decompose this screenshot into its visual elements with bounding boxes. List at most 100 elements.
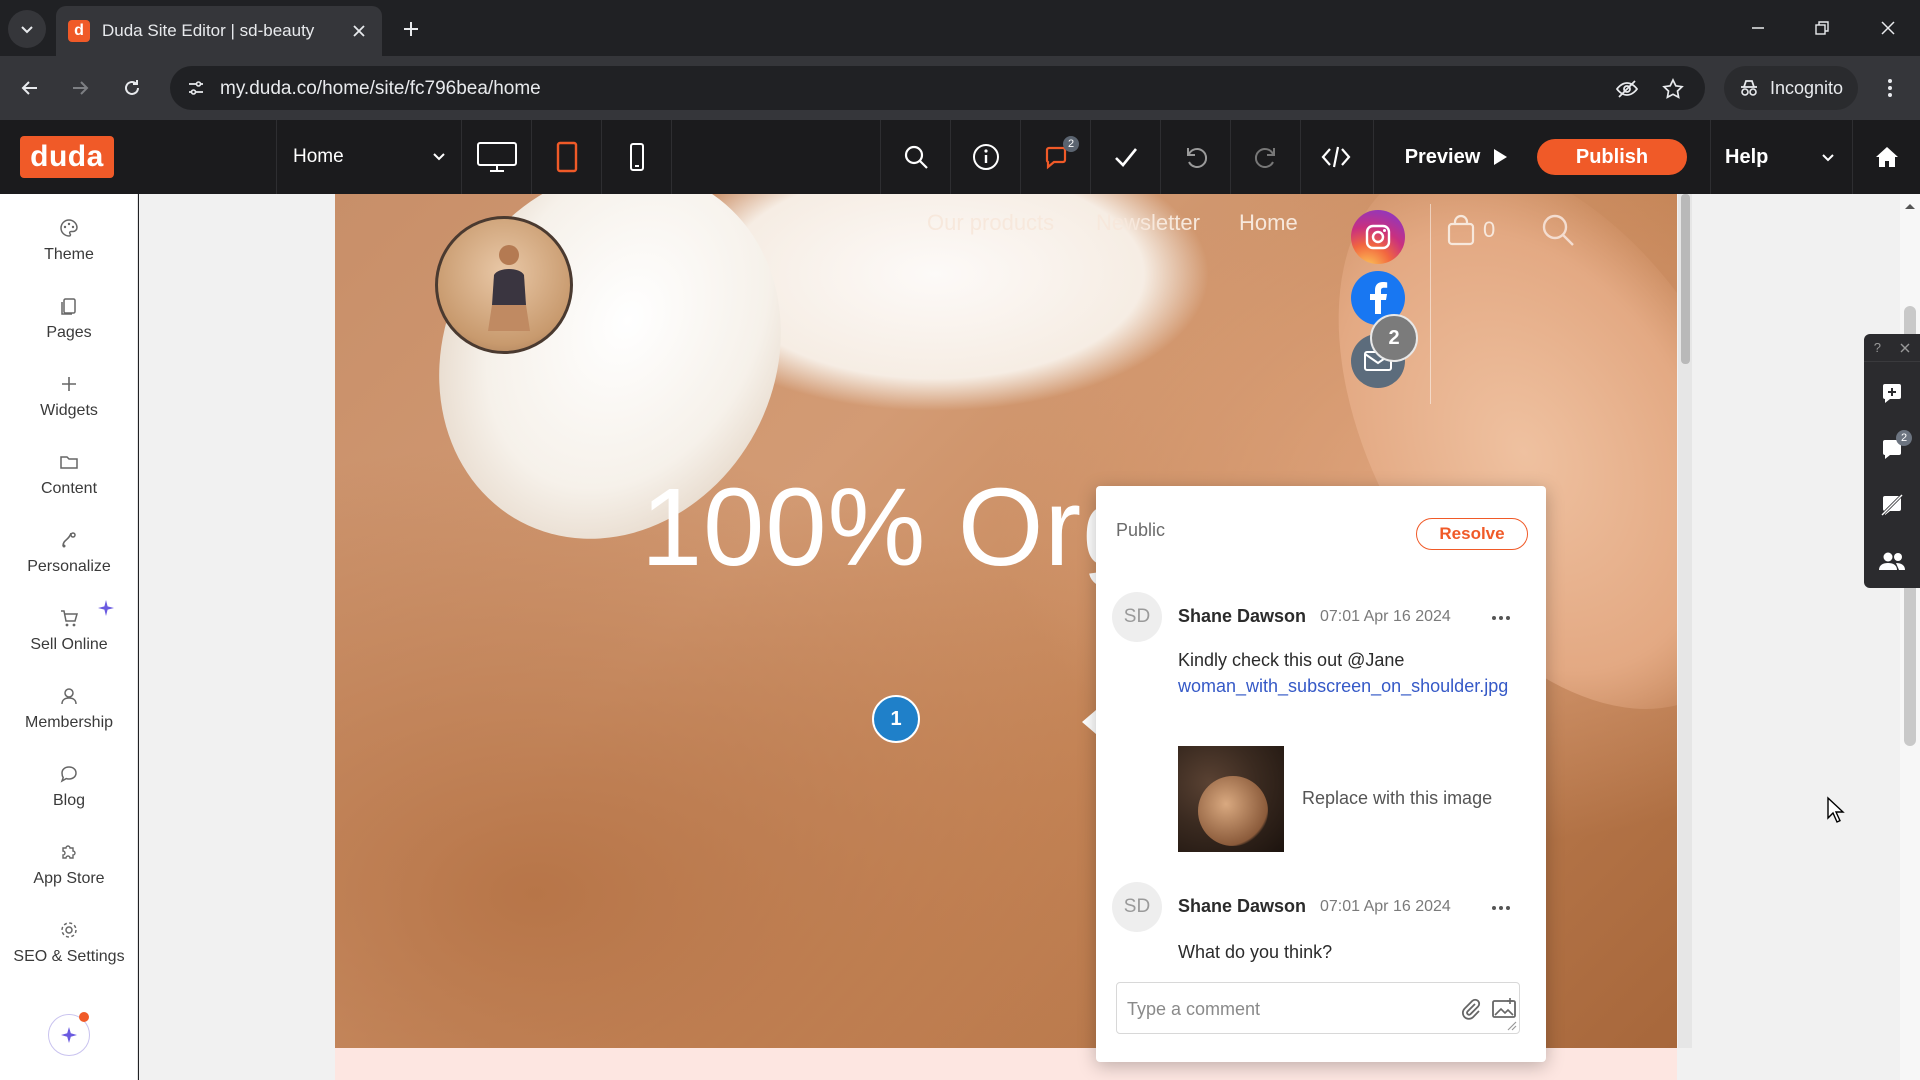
browser-tab[interactable]: d Duda Site Editor | sd-beauty (56, 6, 382, 56)
comment-input[interactable] (1127, 995, 1427, 1023)
arrow-right-icon (73, 81, 89, 95)
avatar: SD (1112, 592, 1162, 642)
site-search-button[interactable] (1540, 212, 1576, 248)
address-bar[interactable]: my.duda.co/home/site/fc796bea/home (170, 66, 1705, 110)
instagram-link[interactable] (1351, 210, 1405, 264)
developer-mode-button[interactable] (1300, 120, 1370, 194)
search-button[interactable] (880, 120, 950, 194)
sidebar-item-label: App Store (33, 870, 105, 887)
sparkle-icon (61, 1027, 77, 1043)
info-button[interactable] (950, 120, 1020, 194)
plus-icon (404, 22, 418, 36)
gear-icon (61, 922, 77, 938)
tablet-view-button[interactable] (532, 120, 602, 194)
comment-timestamp: 07:01 Apr 16 2024 (1320, 608, 1451, 625)
panel-comments-badge: 2 (1896, 430, 1912, 446)
back-button[interactable] (12, 70, 48, 106)
sidebar-item-pages[interactable]: Pages (0, 284, 138, 354)
hide-comments-button[interactable] (1864, 478, 1920, 532)
new-tab-button[interactable] (396, 14, 426, 44)
close-icon (353, 25, 365, 37)
puzzle-icon (62, 845, 76, 859)
bookmark-star-icon[interactable] (1660, 76, 1686, 102)
desktop-icon (476, 142, 517, 172)
help-label: Help (1725, 145, 1769, 168)
site-cart[interactable]: 0 (1445, 214, 1495, 246)
browser-tab-strip: d Duda Site Editor | sd-beauty (0, 0, 1920, 56)
collaboration-panel: ? 2 (1864, 334, 1920, 588)
sidebar-item-app-store[interactable]: App Store (0, 830, 138, 900)
incognito-icon (1741, 80, 1757, 96)
sidebar-item-sell-online[interactable]: Sell Online (0, 596, 138, 666)
code-icon (1321, 146, 1350, 168)
reload-button[interactable] (114, 70, 150, 106)
chevron-down-icon (1822, 154, 1834, 162)
preview-button[interactable]: Preview (1373, 120, 1539, 194)
dashboard-home-button[interactable] (1852, 120, 1920, 194)
collaborators-button[interactable] (1864, 534, 1920, 588)
comment-more-button[interactable] (1488, 898, 1514, 918)
comment-marker-1[interactable]: 1 (872, 695, 920, 743)
restore-button[interactable] (1802, 12, 1842, 44)
duda-logo[interactable]: duda (20, 136, 114, 178)
canvas-scrollbar-thumb[interactable] (1681, 194, 1690, 364)
url-text: my.duda.co/home/site/fc796bea/home (220, 78, 541, 99)
attachment-thumbnail[interactable] (1178, 746, 1284, 852)
comment-thread-popup: Public Resolve SD Shane Dawson 07:01 Apr… (1096, 486, 1546, 1062)
close-icon[interactable] (1900, 343, 1910, 353)
comment-text: What do you think? (1178, 942, 1333, 962)
resolve-button[interactable]: Resolve (1416, 518, 1528, 550)
sidebar-item-blog[interactable]: Blog (0, 752, 138, 822)
scroll-up-arrow-icon[interactable] (1902, 200, 1918, 212)
desktop-view-button[interactable] (462, 120, 532, 194)
comment-more-button[interactable] (1488, 608, 1514, 628)
add-comment-icon (1883, 384, 1901, 403)
facebook-icon (1370, 282, 1388, 314)
attachment-link[interactable]: woman_with_subscreen_on_shoulder.jpg (1178, 672, 1528, 701)
image-upload-icon[interactable] (1491, 997, 1517, 1021)
sidebar-item-theme[interactable]: Theme (0, 206, 138, 276)
eye-off-icon[interactable] (1614, 76, 1640, 102)
page-selector[interactable]: Home (276, 120, 462, 194)
sidebar-item-personalize[interactable]: Personalize (0, 518, 138, 588)
duda-favicon-icon: d (68, 20, 90, 42)
comment-marker-2[interactable]: 2 (1370, 314, 1418, 362)
restore-icon (1815, 21, 1829, 35)
undo-button[interactable] (1160, 120, 1230, 194)
site-nav-our-products[interactable]: Our products (927, 210, 1054, 236)
site-settings-icon[interactable] (184, 76, 208, 100)
comments-list-button[interactable]: 2 (1864, 422, 1920, 476)
add-comment-button[interactable] (1864, 366, 1920, 420)
sidebar-item-membership[interactable]: Membership (0, 674, 138, 744)
site-nav-newsletter[interactable]: Newsletter (1096, 210, 1200, 236)
resize-grip-icon[interactable] (1507, 1021, 1517, 1031)
hero-headline[interactable]: 100% Org (641, 464, 1144, 591)
search-icon (904, 145, 928, 169)
comment-input-box (1116, 982, 1520, 1034)
minimize-button[interactable] (1738, 12, 1778, 44)
publish-button[interactable]: Publish (1537, 139, 1687, 175)
browser-menu-button[interactable] (1872, 70, 1908, 106)
redo-button[interactable] (1230, 120, 1300, 194)
close-icon (1881, 21, 1895, 35)
tab-close-button[interactable] (348, 20, 370, 42)
sidebar-item-widgets[interactable]: Widgets (0, 362, 138, 432)
incognito-indicator[interactable]: Incognito (1724, 66, 1858, 110)
site-logo-image[interactable] (435, 216, 573, 354)
help-menu-button[interactable]: Help (1710, 120, 1850, 194)
page-selector-label: Home (293, 146, 344, 167)
help-question-button[interactable]: ? (1874, 340, 1881, 355)
sidebar-item-content[interactable]: Content (0, 440, 138, 510)
window-close-button[interactable] (1868, 12, 1908, 44)
mobile-view-button[interactable] (602, 120, 672, 194)
header-divider (1430, 204, 1431, 404)
sidebar-item-seo-settings[interactable]: SEO & Settings (0, 908, 138, 978)
site-nav-home[interactable]: Home (1239, 210, 1298, 236)
checklist-button[interactable] (1090, 120, 1160, 194)
comments-button[interactable]: 2 (1020, 120, 1090, 194)
paperclip-icon[interactable] (1459, 997, 1483, 1021)
forward-button[interactable] (62, 70, 98, 106)
user-icon (61, 688, 77, 705)
tab-search-button[interactable] (8, 10, 46, 48)
thread-visibility: Public (1116, 520, 1166, 540)
